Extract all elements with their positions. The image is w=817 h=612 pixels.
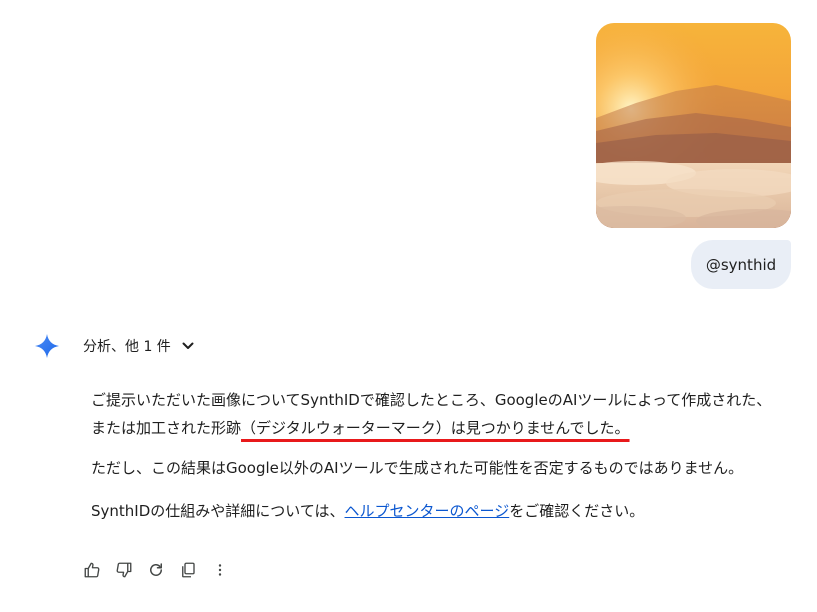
analysis-label: 分析、他 1 件	[83, 339, 171, 355]
regenerate-icon	[150, 563, 162, 576]
more-vert-icon	[218, 564, 222, 576]
paragraph-3-text-before: SynthIDの仕組みや詳細については、	[91, 502, 345, 520]
thumbs-up-button[interactable]	[82, 560, 102, 580]
more-options-button[interactable]	[210, 560, 230, 580]
thumbs-down-button[interactable]	[114, 560, 134, 580]
copy-button[interactable]	[178, 560, 198, 580]
regenerate-button[interactable]	[146, 560, 166, 580]
user-message-text: @synthid	[705, 255, 777, 274]
response-paragraph-2: ただし、この結果はGoogle以外のAIツールで生成された可能性を否定するもので…	[91, 459, 744, 477]
response-paragraph-3: SynthIDの仕組みや詳細については、ヘルプセンターのページをご確認ください。	[91, 497, 781, 525]
help-center-link[interactable]: ヘルプセンターのページ	[345, 502, 510, 520]
response-actions	[82, 560, 230, 580]
sunrise-photo	[596, 23, 791, 228]
thumbs-down-icon	[116, 562, 132, 578]
chevron-down-icon	[182, 342, 194, 349]
response-paragraph-1: ご提示いただいた画像についてSynthIDで確認したところ、GoogleのAIツ…	[91, 386, 781, 442]
copy-icon	[182, 562, 195, 578]
gemini-sparkle-icon	[35, 334, 59, 358]
user-message-bubble: @synthid	[691, 240, 791, 289]
highlighted-phrase: （デジタルウォーターマーク）は見つかりませんでした。	[241, 419, 630, 437]
response-text: ご提示いただいた画像についてSynthIDで確認したところ、GoogleのAIツ…	[91, 386, 781, 525]
paragraph-3-text-after: をご確認ください。	[509, 502, 645, 520]
user-uploaded-image[interactable]	[596, 23, 791, 228]
thumbs-up-icon	[84, 562, 100, 578]
analysis-toggle[interactable]: 分析、他 1 件	[83, 335, 195, 357]
